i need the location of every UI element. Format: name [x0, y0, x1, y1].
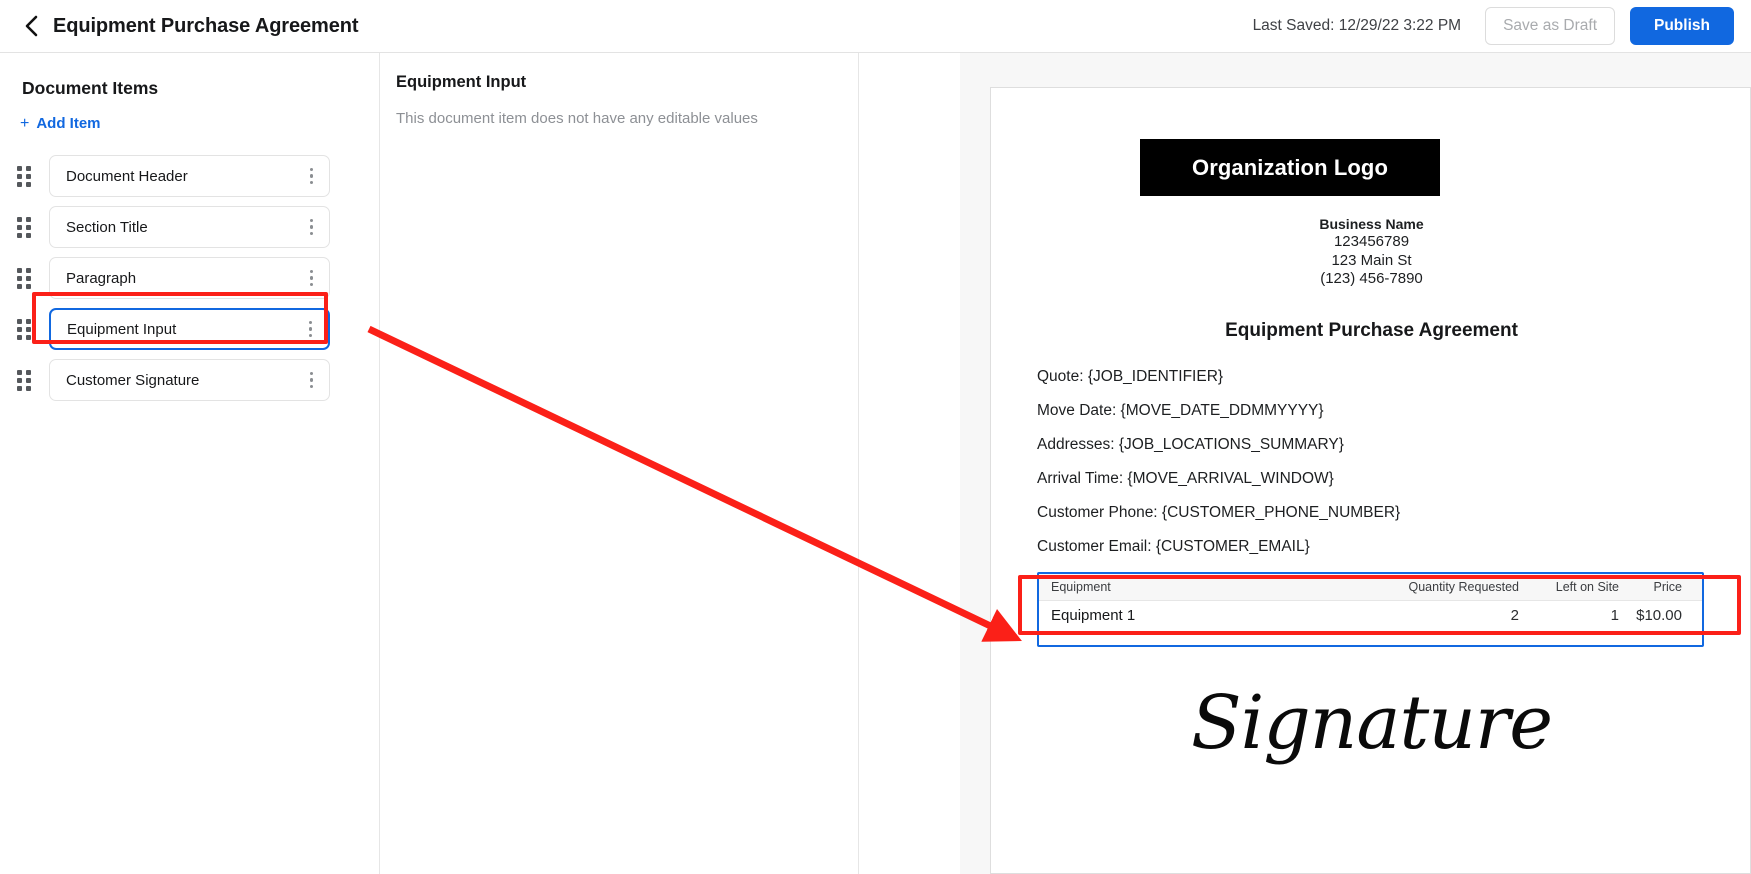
column-header-equipment: Equipment — [1051, 580, 1111, 594]
drag-handle-icon[interactable] — [17, 318, 35, 340]
field-customer-phone: Customer Phone: {CUSTOMER_PHONE_NUMBER} — [1037, 504, 1401, 521]
list-item: Customer Signature — [0, 355, 380, 405]
sidebar-item-section-title[interactable]: Section Title — [49, 206, 330, 248]
field-addresses: Addresses: {JOB_LOCATIONS_SUMMARY} — [1037, 436, 1344, 453]
business-address: 123 Main St — [1331, 251, 1412, 269]
business-info-block: Business Name 123456789 123 Main St (123… — [991, 215, 1750, 289]
cell-left-on-site: 1 — [1610, 607, 1619, 624]
equipment-table[interactable]: Equipment Quantity Requested Left on Sit… — [1037, 572, 1704, 647]
save-as-draft-button[interactable]: Save as Draft — [1485, 7, 1615, 45]
item-properties-panel: Equipment Input This document item does … — [381, 53, 859, 874]
more-options-icon[interactable] — [309, 218, 313, 236]
column-header-left-on-site: Left on Site — [1555, 580, 1619, 594]
list-item: Paragraph — [0, 253, 380, 303]
organization-logo-text: Organization Logo — [1191, 154, 1388, 180]
drag-handle-icon[interactable] — [17, 267, 35, 289]
sidebar-item-label: Paragraph — [66, 269, 137, 287]
sidebar-item-label: Equipment Input — [67, 320, 177, 338]
document-fields-block: Quote: {JOB_IDENTIFIER} Move Date: {MOVE… — [991, 360, 1750, 564]
properties-heading: Equipment Input — [396, 73, 527, 91]
column-header-price: Price — [1653, 580, 1682, 594]
cell-quantity: 2 — [1510, 607, 1519, 624]
sidebar-item-equipment-input[interactable]: Equipment Input — [49, 308, 330, 350]
customer-signature-preview: Signature — [1190, 680, 1553, 766]
field-arrival-time: Arrival Time: {MOVE_ARRIVAL_WINDOW} — [1037, 470, 1334, 487]
document-builder-app: Equipment Purchase Agreement Last Saved:… — [0, 0, 1751, 874]
sidebar-item-label: Document Header — [66, 167, 188, 185]
page-title: Equipment Purchase Agreement — [53, 14, 359, 37]
add-item-label: Add Item — [36, 115, 101, 132]
list-item: Document Header — [0, 151, 380, 201]
more-options-icon[interactable] — [308, 320, 312, 338]
properties-empty-message: This document item does not have any edi… — [396, 110, 758, 127]
table-padding — [1039, 630, 1702, 645]
drag-handle-icon[interactable] — [17, 165, 35, 187]
top-bar-actions: Last Saved: 12/29/22 3:22 PM Save as Dra… — [1253, 7, 1751, 45]
field-quote: Quote: {JOB_IDENTIFIER} — [1037, 368, 1224, 385]
sidebar-item-paragraph[interactable]: Paragraph — [49, 257, 330, 299]
cell-equipment-name: Equipment 1 — [1051, 607, 1136, 624]
more-options-icon[interactable] — [309, 269, 313, 287]
drag-handle-icon[interactable] — [17, 369, 35, 391]
sidebar-item-document-header[interactable]: Document Header — [49, 155, 330, 197]
plus-icon: + — [20, 114, 30, 132]
top-bar: Equipment Purchase Agreement Last Saved:… — [0, 0, 1751, 53]
sidebar-item-label: Customer Signature — [66, 371, 200, 389]
document-items-sidebar: Document Items + Add Item Document Heade… — [0, 53, 380, 874]
more-options-icon[interactable] — [309, 167, 313, 185]
document-heading: Equipment Purchase Agreement — [1225, 320, 1518, 341]
table-row: Equipment 1 2 1 $10.00 — [1039, 601, 1702, 630]
document-preview-panel: Organization Logo Business Name 12345678… — [960, 53, 1751, 874]
last-saved-status: Last Saved: 12/29/22 3:22 PM — [1252, 17, 1462, 34]
table-header-row: Equipment Quantity Requested Left on Sit… — [1039, 574, 1702, 601]
business-phone: (123) 456-7890 — [1320, 270, 1423, 287]
field-move-date: Move Date: {MOVE_DATE_DDMMYYYY} — [1037, 402, 1324, 419]
document-page: Organization Logo Business Name 12345678… — [990, 87, 1751, 874]
document-items-list: Document Header Section Title Paragraph … — [0, 151, 380, 406]
column-header-quantity-requested: Quantity Requested — [1408, 580, 1520, 594]
back-chevron-icon[interactable] — [18, 13, 44, 39]
sidebar-item-customer-signature[interactable]: Customer Signature — [49, 359, 330, 401]
cell-price: $10.00 — [1636, 607, 1682, 624]
field-customer-email: Customer Email: {CUSTOMER_EMAIL} — [1037, 538, 1310, 555]
more-options-icon[interactable] — [309, 371, 313, 389]
list-item: Section Title — [0, 202, 380, 252]
add-item-button[interactable]: + Add Item — [20, 115, 101, 132]
sidebar-item-label: Section Title — [66, 218, 148, 236]
business-name: Business Name — [1319, 216, 1424, 232]
business-number: 123456789 — [1333, 233, 1410, 250]
organization-logo-banner: Organization Logo — [1140, 139, 1440, 196]
list-item: Equipment Input — [0, 304, 380, 354]
publish-button[interactable]: Publish — [1630, 7, 1734, 45]
sidebar-heading: Document Items — [22, 78, 159, 98]
drag-handle-icon[interactable] — [17, 216, 35, 238]
